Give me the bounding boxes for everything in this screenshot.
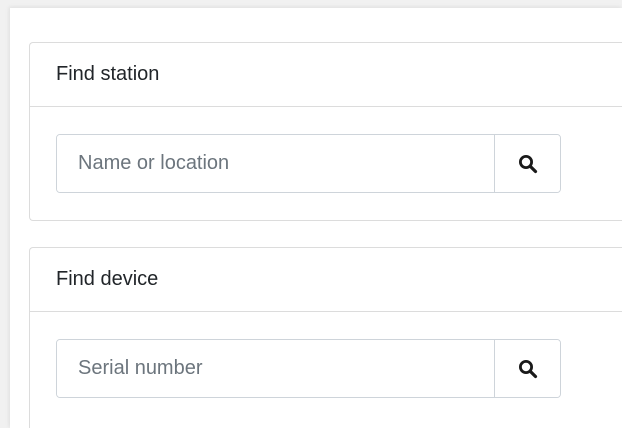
find-device-title: Find device	[56, 268, 159, 290]
device-search-input[interactable]	[57, 340, 494, 397]
station-search-input[interactable]	[57, 135, 494, 192]
find-station-header: Find station	[30, 43, 622, 107]
search-icon	[518, 359, 538, 379]
find-device-card: Find device	[29, 247, 622, 428]
station-search-group	[56, 134, 561, 193]
station-search-button[interactable]	[494, 135, 560, 192]
find-device-header: Find device	[30, 248, 622, 312]
search-icon	[518, 154, 538, 174]
content-panel: Find station Find device	[10, 8, 622, 428]
find-station-body	[30, 107, 622, 221]
device-search-button[interactable]	[494, 340, 560, 397]
device-search-group	[56, 339, 561, 398]
find-station-card: Find station	[29, 42, 622, 221]
find-device-body	[30, 312, 622, 426]
find-station-title: Find station	[56, 63, 160, 85]
